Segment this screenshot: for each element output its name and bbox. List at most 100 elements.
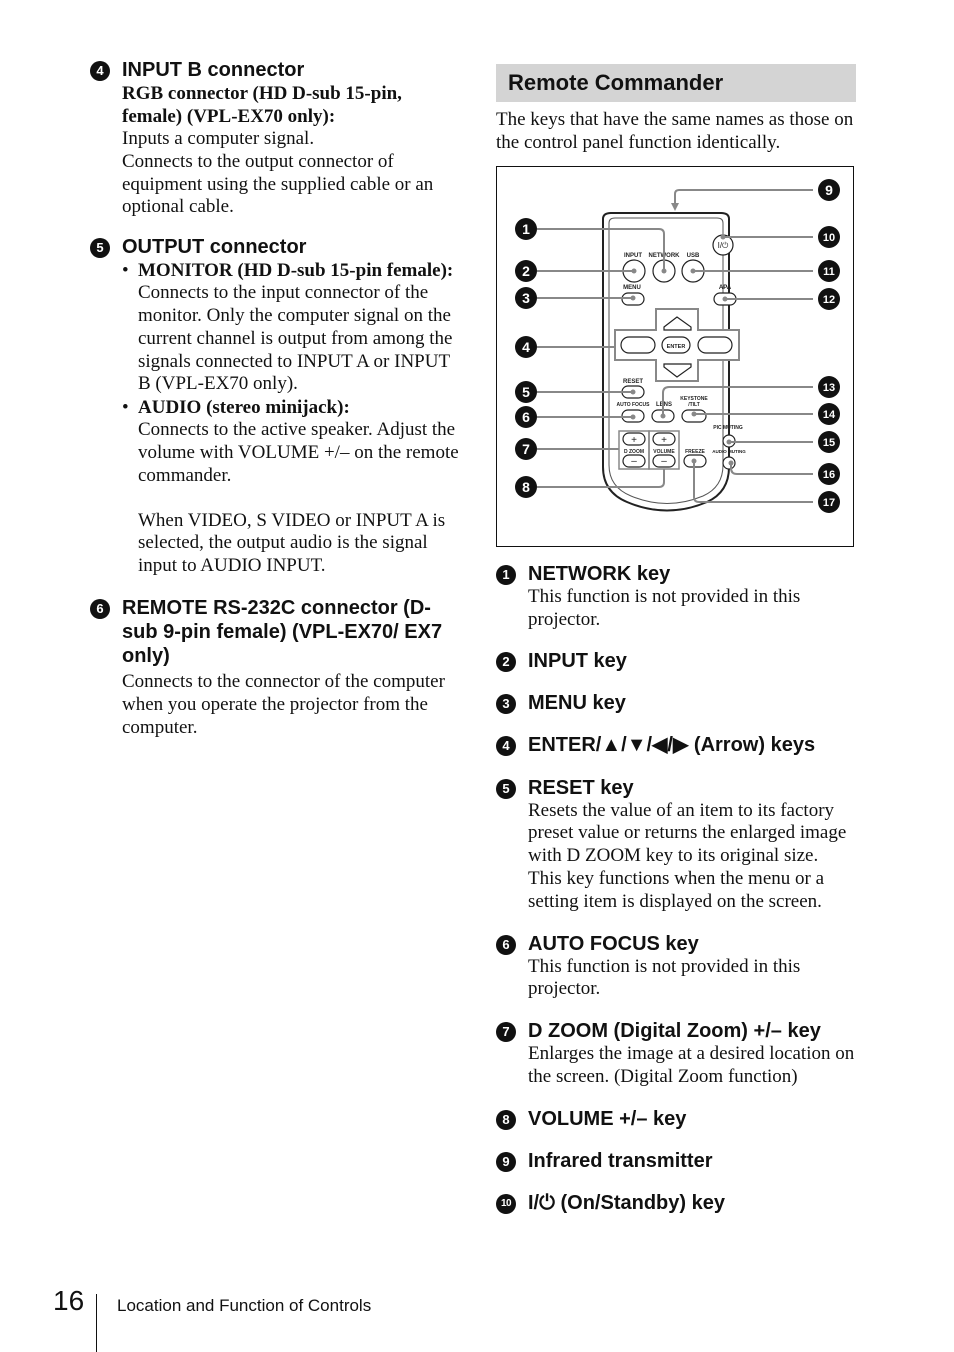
callout-number: 2 [496,651,516,672]
tilt-key-label: /TILT [688,402,700,408]
callout-16: 16 [818,463,840,485]
key-item-input: 2 INPUT key [496,649,856,673]
item-title: NETWORK key [528,563,671,585]
callout-1: 1 [515,218,537,240]
key-item-auto-focus: 6 AUTO FOCUS key This function is not pr… [496,932,856,1002]
svg-text:1: 1 [522,221,530,237]
item-title: I/⏻ (On/Standby) key [528,1191,725,1214]
svg-text:5: 5 [522,384,530,400]
item-title: MENU key [528,691,626,714]
leader-line [674,189,813,207]
callout-2: 2 [515,260,537,282]
callout-number: 6 [90,598,110,619]
bullet-audio: AUDIO (stereo minijack): Connects to the… [122,396,460,578]
auto-focus-key-label: AUTO FOCUS [617,402,651,408]
callout-15: 15 [818,431,840,453]
item-input-b: 4 INPUT B connector RGB connector (HD D-… [90,58,460,219]
bullet-monitor: MONITOR (HD D-sub 15-pin female): Connec… [122,259,460,396]
usb-key-label: USB [687,253,700,259]
bullet-note: When VIDEO, S VIDEO or INPUT A is select… [138,509,446,577]
key-item-volume: 8 VOLUME +/– key [496,1107,856,1131]
callout-number: 9 [496,1151,516,1172]
svg-text:7: 7 [522,441,530,457]
bullet-text: Connects to the input connector of the m… [138,282,453,395]
item-text: Enlarges the image at a desired location… [528,1043,855,1087]
key-item-network: 1 NETWORK key This function is not provi… [496,562,856,632]
svg-text:11: 11 [823,266,835,278]
callout-number: 7 [496,1022,516,1043]
item-output: 5 OUTPUT connector MONITOR (HD D-sub 15-… [90,235,460,578]
callout-number: 8 [496,1109,516,1130]
pic-muting-key-label: PIC MUTING [713,425,743,431]
svg-text:17: 17 [823,497,835,509]
minus-label: – [661,456,667,467]
callout-13: 13 [818,376,840,398]
callout-8: 8 [515,476,537,498]
svg-text:14: 14 [823,409,836,421]
item-subtitle: RGB connector (HD D-sub 15-pin, female) … [122,83,402,127]
right-column: Remote Commander The keys that have the … [496,64,856,155]
key-item-power: 10 I/⏻ (On/Standby) key [496,1191,856,1215]
callout-number: 5 [496,778,516,799]
key-item-d-zoom: 7 D ZOOM (Digital Zoom) +/– key Enlarges… [496,1019,856,1089]
callout-number: 6 [496,934,516,955]
bullet-list: MONITOR (HD D-sub 15-pin female): Connec… [122,259,460,578]
svg-text:6: 6 [522,409,530,425]
item-text: Connects to the connector of the compute… [122,670,445,738]
left-arrow-key [620,336,656,354]
callout-number: 3 [496,693,516,714]
svg-text:13: 13 [823,382,835,394]
key-item-infrared: 9 Infrared transmitter [496,1149,856,1173]
item-title: OUTPUT connector [122,236,307,259]
svg-text:4: 4 [522,339,530,355]
callout-14: 14 [818,403,840,425]
footer-section-title: Location and Function of Controls [117,1296,372,1315]
intro-text: The keys that have the same names as tho… [496,109,854,153]
item-title: ENTER/▲/▼/◀/▶ (Arrow) keys [528,733,816,756]
item-text: Resets the value of an item to its facto… [528,799,847,912]
menu-key-label: MENU [623,285,641,291]
key-item-reset: 5 RESET key Resets the value of an item … [496,776,856,914]
left-column: 4 INPUT B connector RGB connector (HD D-… [90,58,460,739]
item-title: AUTO FOCUS key [528,932,699,955]
remote-illustration: I/⏻ INPUT NETWORK USB MENU APA ENTER RES… [515,179,840,513]
item-rs232c: 6 REMOTE RS-232C connector (D-sub 9-pin … [90,596,460,739]
plus-label: + [661,435,667,446]
callout-6: 6 [515,406,537,428]
volume-key-label: VOLUME [653,449,675,455]
bullet-label: MONITOR (HD D-sub 15-pin female): [138,260,454,282]
callout-5: 5 [515,381,537,403]
d-zoom-key-label: D ZOOM [624,449,644,455]
callout-number: 10 [496,1193,516,1214]
arrow-head-icon [671,203,679,211]
callout-3: 3 [515,287,537,309]
item-title: INPUT B connector [122,59,305,81]
callout-4: 4 [515,336,537,358]
callout-number: 1 [496,565,516,585]
item-title: D ZOOM (Digital Zoom) +/– key [528,1020,821,1043]
svg-text:15: 15 [823,437,835,449]
callout-number: 4 [90,61,110,81]
bullet-text: Connects to the active speaker. Adjust t… [138,419,459,486]
power-key-label: I/⏻ [718,241,729,250]
callout-17: 17 [818,491,840,513]
item-text: Connects to the output connector of equi… [122,150,434,218]
item-title: VOLUME +/– key [528,1107,687,1130]
item-text: This function is not provided in this pr… [528,586,801,630]
page-number: 16 [53,1285,85,1316]
freeze-key-label: FREEZE [685,449,705,455]
item-title: RESET key [528,776,634,799]
callout-9: 9 [818,179,840,201]
apa-key-label: APA [719,285,732,291]
item-title: INPUT key [528,649,627,672]
callout-11: 11 [818,260,840,282]
bullet-label: AUDIO (stereo minijack): [138,397,350,419]
item-title: REMOTE RS-232C connector (D-sub 9-pin fe… [122,596,443,667]
svg-text:2: 2 [522,263,530,279]
input-key-label: INPUT [624,253,642,259]
svg-text:3: 3 [522,290,530,306]
enter-key-label: ENTER [667,344,686,350]
callout-12: 12 [818,288,840,310]
key-item-menu: 3 MENU key [496,691,856,715]
svg-text:16: 16 [823,469,835,481]
